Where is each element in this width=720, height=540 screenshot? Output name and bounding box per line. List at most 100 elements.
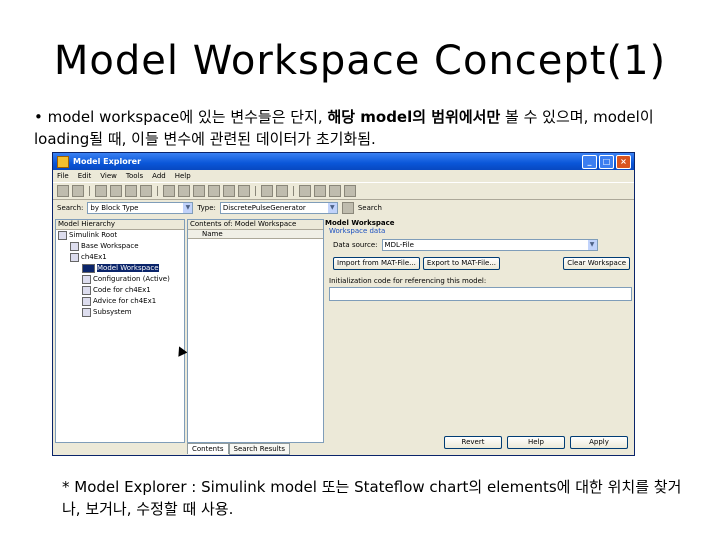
tree-label: Model Workspace <box>97 264 159 272</box>
chevron-down-icon: ▼ <box>327 203 337 213</box>
toolbar <box>53 182 634 200</box>
dialog-title: Model Workspace <box>325 219 395 227</box>
clear-workspace-button[interactable]: Clear Workspace <box>563 257 630 270</box>
tab-contents[interactable]: Contents <box>187 443 229 454</box>
menu-view[interactable]: View <box>100 172 117 180</box>
workspace-icon <box>82 263 95 273</box>
menu-edit[interactable]: Edit <box>78 172 92 180</box>
menu-add[interactable]: Add <box>152 172 166 180</box>
apply-button[interactable]: Apply <box>570 436 628 449</box>
view-icon[interactable] <box>261 185 273 197</box>
stateflow-icon[interactable] <box>299 185 311 197</box>
tree-item-subsystem[interactable]: Subsystem <box>56 307 184 318</box>
slide-title: Model Workspace Concept(1) <box>53 38 667 84</box>
tree-item-model[interactable]: ch4Ex1 <box>56 252 184 263</box>
search-icon[interactable] <box>341 202 354 214</box>
bullet-plain: • model workspace에 있는 변수들은 단지, <box>34 108 328 126</box>
tree-item-advice[interactable]: Advice for ch4Ex1 <box>56 296 184 307</box>
data-source-value: MDL-File <box>384 241 414 249</box>
menu-bar: File Edit View Tools Add Help <box>53 170 634 182</box>
minimize-button[interactable]: _ <box>582 154 597 169</box>
data-source-select[interactable]: MDL-File ▼ <box>381 239 598 251</box>
hierarchy-header: Model Hierarchy <box>56 220 184 230</box>
dialog-pane: Model Workspace Workspace data Data sour… <box>325 219 632 429</box>
tree-label: Code for ch4Ex1 <box>93 286 151 294</box>
search-bar: Search: by Block Type ▼ Type: DiscretePu… <box>53 200 634 216</box>
toolbar-separator <box>255 186 256 196</box>
subsystem-icon <box>82 307 91 317</box>
menu-tools[interactable]: Tools <box>126 172 143 180</box>
app-icon <box>57 155 69 168</box>
toolbar-separator <box>89 186 90 196</box>
tree-label: Simulink Root <box>69 231 118 239</box>
filter-icon[interactable] <box>276 185 288 197</box>
toolbar-separator <box>293 186 294 196</box>
cut-icon[interactable] <box>95 185 107 197</box>
config-icon <box>82 274 91 284</box>
close-button[interactable]: × <box>616 154 631 169</box>
tree-label: ch4Ex1 <box>81 253 107 261</box>
target-icon[interactable] <box>344 185 356 197</box>
search-by-select[interactable]: by Block Type ▼ <box>87 202 194 214</box>
footnote: * Model Explorer : Simulink model 또는 Sta… <box>62 478 682 518</box>
export-button[interactable]: Export to MAT-File... <box>422 257 501 270</box>
add-data-icon[interactable] <box>178 185 190 197</box>
tree-item-code[interactable]: Code for ch4Ex1 <box>56 285 184 296</box>
tree-item-configuration[interactable]: Configuration (Active) <box>56 274 184 285</box>
contents-tabs: Contents Search Results <box>187 443 291 455</box>
add-config-icon[interactable] <box>223 185 235 197</box>
code-icon <box>82 285 91 295</box>
copy-icon[interactable] <box>110 185 122 197</box>
chevron-down-icon: ▼ <box>183 203 193 213</box>
search-button[interactable]: Search <box>358 204 382 212</box>
tab-search-results[interactable]: Search Results <box>228 443 291 455</box>
help-button[interactable]: Help <box>507 436 565 449</box>
model-icon <box>70 252 79 262</box>
event-icon[interactable] <box>314 185 326 197</box>
add-signal-icon[interactable] <box>193 185 205 197</box>
add-parameter-icon[interactable] <box>208 185 220 197</box>
model-explorer-window: Model Explorer _ □ × File Edit View Tool… <box>52 152 635 456</box>
advice-icon <box>82 296 91 306</box>
mouse-cursor-icon <box>174 344 188 357</box>
open-icon[interactable] <box>72 185 84 197</box>
revert-button[interactable]: Revert <box>444 436 502 449</box>
add-code-icon[interactable] <box>238 185 250 197</box>
menu-help[interactable]: Help <box>175 172 191 180</box>
tree-label: Base Workspace <box>81 242 139 250</box>
add-model-icon[interactable] <box>163 185 175 197</box>
tree-item-model-workspace[interactable]: Model Workspace <box>56 263 184 274</box>
type-value: DiscretePulseGenerator <box>222 204 306 212</box>
maximize-button[interactable]: □ <box>599 154 614 169</box>
bullet-text: • model workspace에 있는 변수들은 단지, 해당 model의… <box>34 106 694 150</box>
init-code-field[interactable] <box>329 287 632 301</box>
search-label: Search: <box>57 204 84 212</box>
bullet-bold: 해당 model의 범위에서만 <box>327 108 501 126</box>
import-button[interactable]: Import from MAT-File... <box>333 257 420 270</box>
data-source-label: Data source: <box>333 241 378 249</box>
new-icon[interactable] <box>57 185 69 197</box>
panes: Model Hierarchy Simulink Root Base Works… <box>55 219 632 455</box>
chevron-down-icon: ▼ <box>587 240 597 250</box>
delete-icon[interactable] <box>140 185 152 197</box>
contents-header: Contents of: Model Workspace <box>188 220 323 230</box>
workspace-icon <box>70 241 79 251</box>
type-label: Type: <box>197 204 216 212</box>
dialog-buttons: Revert Help Apply <box>444 436 628 449</box>
tree-label: Subsystem <box>93 308 132 316</box>
data-icon[interactable] <box>329 185 341 197</box>
tree-label: Configuration (Active) <box>93 275 170 283</box>
model-hierarchy-pane: Model Hierarchy Simulink Root Base Works… <box>55 219 188 443</box>
tree-item-base-workspace[interactable]: Base Workspace <box>56 241 184 252</box>
tree-item-simulink-root[interactable]: Simulink Root <box>56 230 184 241</box>
window-titlebar[interactable]: Model Explorer _ □ × <box>53 153 634 170</box>
menu-file[interactable]: File <box>57 172 69 180</box>
simulink-root-icon <box>58 230 67 240</box>
toolbar-separator <box>157 186 158 196</box>
name-column-header[interactable]: Name <box>188 230 323 239</box>
type-select[interactable]: DiscretePulseGenerator ▼ <box>219 202 338 214</box>
search-by-value: by Block Type <box>90 204 139 212</box>
tree-label: Advice for ch4Ex1 <box>93 297 157 305</box>
window-title: Model Explorer <box>73 157 142 166</box>
paste-icon[interactable] <box>125 185 137 197</box>
